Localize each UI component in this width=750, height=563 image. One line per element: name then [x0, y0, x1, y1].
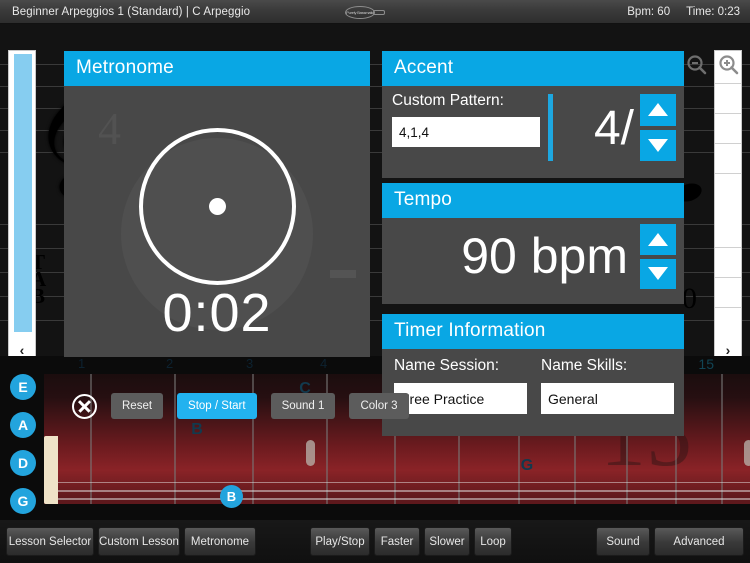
metronome-ghost-bar	[330, 270, 356, 278]
toolbar-metronome[interactable]: Metronome	[184, 527, 256, 556]
top-status-bar: Beginner Arpeggios 1 (Standard) | C Arpe…	[0, 0, 750, 24]
ghost-note-marker: B	[191, 421, 203, 438]
session-name-group: Name Session:	[394, 357, 527, 414]
custom-pattern-label: Custom Pattern:	[392, 92, 504, 109]
tempo-stepper	[640, 222, 676, 289]
toolbar-slower[interactable]: Slower	[424, 527, 470, 556]
toolbar-loop[interactable]: Loop	[474, 527, 512, 556]
time-signature-value: 4/	[593, 102, 634, 155]
fret-number: 2	[166, 356, 174, 371]
toolbar-custom-lesson[interactable]: Custom Lesson	[98, 527, 180, 556]
accent-decrease-button[interactable]	[640, 129, 676, 161]
string-badge-e[interactable]: E	[10, 374, 36, 400]
toolbar-advanced[interactable]: Advanced	[654, 527, 744, 556]
bottom-toolbar: Lesson Selector Custom Lesson Metronome …	[0, 520, 750, 563]
notation-scroll-right[interactable]: ›	[714, 50, 742, 356]
reset-button[interactable]: Reset	[111, 393, 164, 419]
bpm-readout: Bpm: 60	[627, 5, 671, 18]
string-badge-a[interactable]: A	[10, 412, 36, 438]
timer-panel-body: Name Session: Name Skills:	[382, 349, 684, 414]
timer-information-panel: Timer Information Name Session: Name Ski…	[382, 314, 684, 436]
scroll-thumb-left[interactable]	[14, 54, 32, 332]
triangle-down-icon	[648, 138, 668, 152]
triangle-up-icon	[648, 103, 668, 117]
metronome-panel-title: Metronome	[64, 51, 370, 86]
triangle-up-icon	[648, 232, 668, 246]
toolbar-lesson-selector[interactable]: Lesson Selector	[6, 527, 94, 556]
sound-select-button[interactable]: Sound 1	[270, 393, 336, 419]
name-skills-input[interactable]	[541, 383, 674, 414]
scroll-next-arrow[interactable]: ›	[715, 342, 741, 356]
app-logo: Purely Bassmatic	[345, 5, 400, 19]
notation-scroll-left[interactable]: ‹	[8, 50, 36, 356]
string-name-list: E A D G	[10, 374, 40, 526]
metronome-elapsed-time: 0:02	[162, 283, 272, 343]
metronome-panel: Metronome 4 0:02	[64, 51, 370, 357]
time-readout: Time: 0:23	[686, 5, 740, 18]
fret-number: 1	[78, 356, 86, 371]
tempo-value: 90 bpm	[461, 228, 628, 284]
guitar-nut	[44, 436, 58, 504]
tempo-increase-button[interactable]	[640, 224, 676, 255]
fretboard-position-label: 15	[698, 356, 714, 372]
logo-tail	[373, 9, 385, 15]
triangle-down-icon	[648, 267, 668, 281]
string-badge-d[interactable]: D	[10, 450, 36, 476]
metronome-ghost-beat: 4	[98, 103, 121, 154]
metronome-beat-dot	[208, 198, 226, 215]
logo-text: Purely Bassmatic	[345, 5, 375, 19]
top-status-values: Bpm: 60 Time: 0:23	[627, 6, 740, 18]
tempo-decrease-button[interactable]	[640, 258, 676, 289]
fret-number: 3	[246, 356, 254, 371]
zoom-out-icon[interactable]	[684, 52, 710, 78]
scroll-prev-arrow[interactable]: ‹	[9, 342, 35, 356]
name-session-label: Name Session:	[394, 357, 500, 374]
open-string-number: 0	[682, 282, 697, 315]
metronome-controls: Reset Stop / Start Sound 1 Color 3	[72, 393, 409, 419]
metronome-visual[interactable]: 4 0:02	[64, 86, 370, 356]
accent-panel-title: Accent	[382, 51, 684, 86]
accent-panel-body: Custom Pattern: 4/	[382, 86, 684, 169]
toolbar-sound[interactable]: Sound	[596, 527, 650, 556]
toolbar-faster[interactable]: Faster	[374, 527, 420, 556]
name-skills-label: Name Skills:	[541, 357, 628, 374]
stop-start-button[interactable]: Stop / Start	[177, 393, 257, 419]
ghost-note-marker: G	[520, 457, 534, 474]
close-circle-icon[interactable]	[72, 393, 97, 419]
accent-increase-button[interactable]	[640, 94, 676, 126]
color-select-button[interactable]: Color 3	[349, 393, 409, 419]
tempo-panel: Tempo 90 bpm	[382, 183, 684, 304]
tempo-panel-title: Tempo	[382, 183, 684, 218]
fret-number: 4	[320, 356, 328, 371]
timer-panel-title: Timer Information	[382, 314, 684, 349]
custom-pattern-input[interactable]	[392, 117, 540, 147]
skills-name-group: Name Skills:	[541, 357, 674, 414]
accent-pattern-group: Custom Pattern:	[392, 92, 542, 161]
active-note-marker[interactable]: B	[220, 485, 243, 508]
accent-panel: Accent Custom Pattern: 4/	[382, 51, 684, 178]
app-root: Beginner Arpeggios 1 (Standard) | C Arpe…	[0, 0, 750, 563]
toolbar-play-stop[interactable]: Play/Stop	[310, 527, 370, 556]
accent-stepper	[640, 92, 676, 161]
zoom-in-icon[interactable]	[716, 52, 742, 78]
name-session-input[interactable]	[394, 383, 527, 414]
tempo-panel-body: 90 bpm	[382, 218, 684, 295]
lesson-title: Beginner Arpeggios 1 (Standard) | C Arpe…	[12, 5, 251, 18]
string-badge-g[interactable]: G	[10, 488, 36, 514]
